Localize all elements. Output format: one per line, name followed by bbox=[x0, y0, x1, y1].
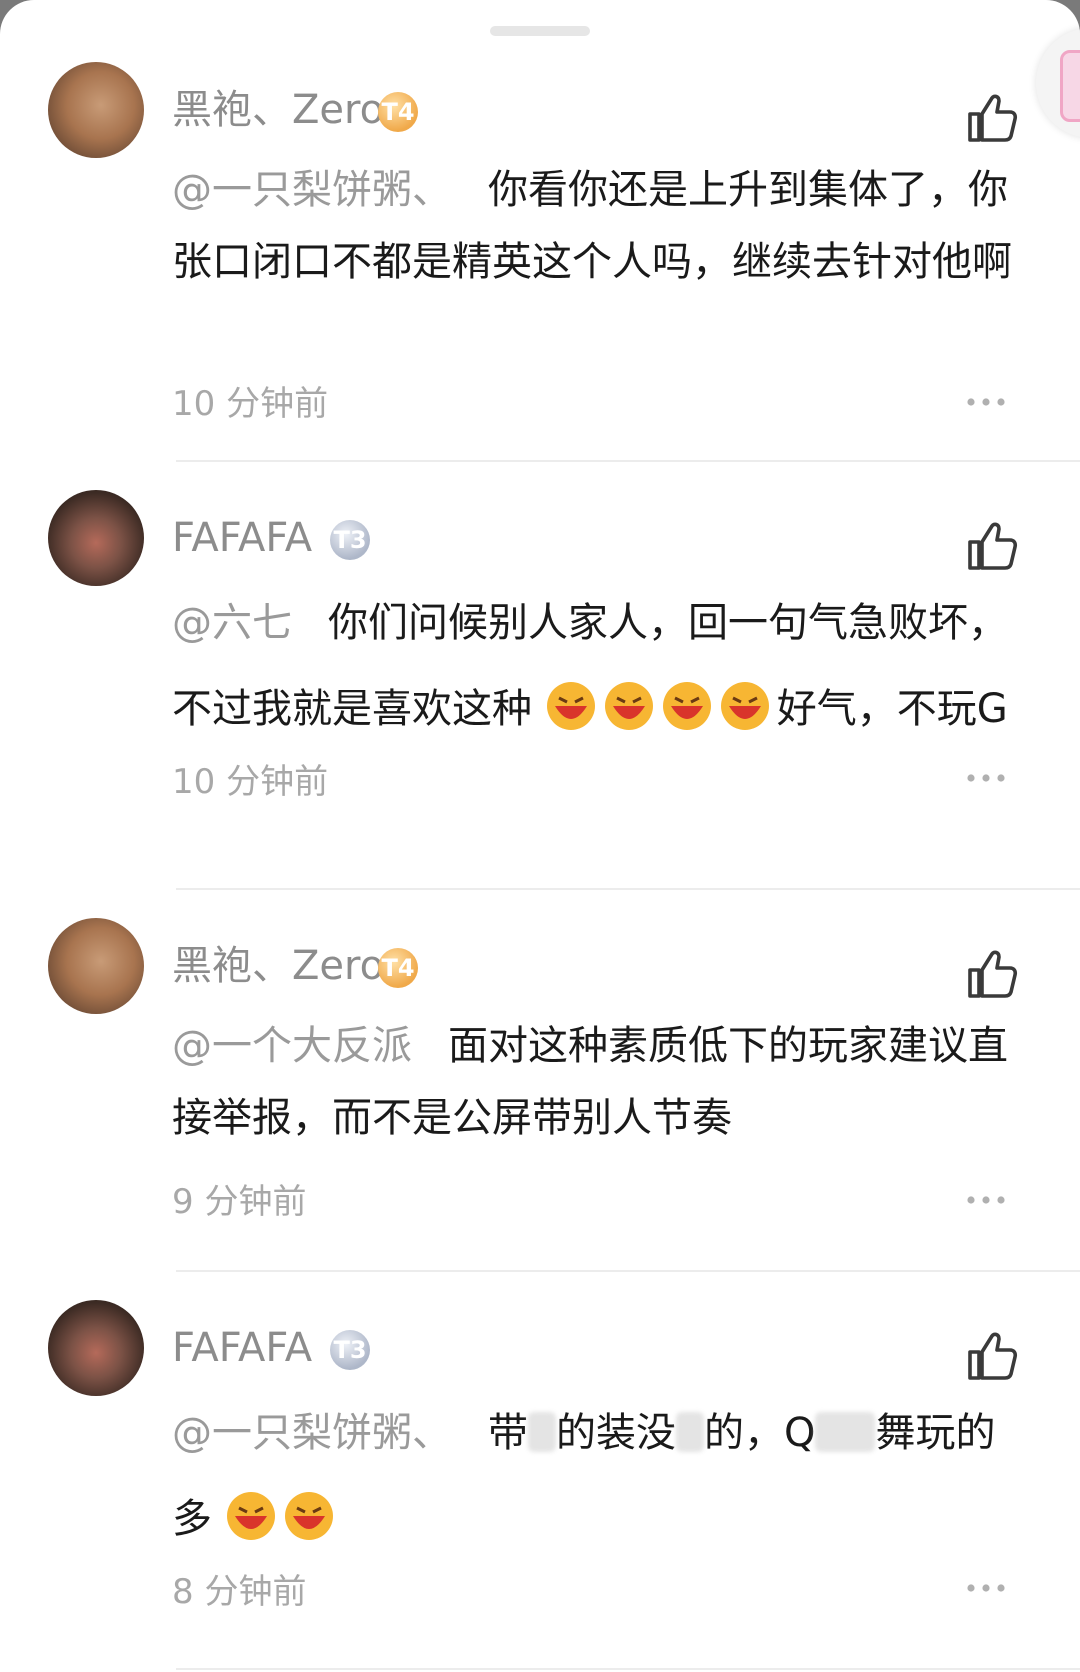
comment-text: @六七 你们问候别人家人，回一句气急败坏，不过我就是喜欢这种 好气，不玩G bbox=[172, 580, 1027, 752]
drag-handle[interactable] bbox=[490, 26, 590, 36]
mention-link[interactable]: @一只梨饼粥、 bbox=[172, 167, 452, 213]
grinning-face-emoji bbox=[284, 1492, 333, 1540]
emoji-group bbox=[532, 682, 777, 732]
poodle-avatar[interactable] bbox=[48, 918, 144, 1014]
comment-sheet: 黑袍、Zero T4 @一只梨饼粥、 你看你还是上升到集体了，你张口闭口不都是精英… bbox=[0, 0, 1080, 1672]
comment-text: @一只梨饼粥、带的装没 的，Q 舞玩的多 bbox=[172, 1390, 1027, 1562]
more-dots-icon[interactable] bbox=[966, 1582, 1006, 1594]
mention-link[interactable]: @六七 bbox=[172, 600, 292, 646]
grinning-face-emoji bbox=[546, 682, 595, 730]
level-badge: T4 bbox=[378, 948, 418, 988]
author-name[interactable]: 黑袍、Zero bbox=[172, 940, 384, 992]
grinning-face-emoji bbox=[226, 1492, 275, 1540]
grinning-face-emoji bbox=[720, 682, 769, 730]
more-dots-icon[interactable] bbox=[966, 1194, 1006, 1206]
comment-time: 8 分钟前 bbox=[172, 1572, 307, 1612]
thumbs-up-icon[interactable] bbox=[966, 92, 1020, 144]
poodle-avatar[interactable] bbox=[48, 62, 144, 158]
thumbs-up-icon[interactable] bbox=[966, 520, 1020, 572]
grinning-face-emoji bbox=[662, 682, 711, 730]
level-badge: T4 bbox=[378, 92, 418, 132]
mention-link[interactable]: @一只梨饼粥、 bbox=[172, 1410, 452, 1456]
comment-body: 带 bbox=[488, 1410, 528, 1456]
redacted-text bbox=[528, 1412, 556, 1452]
comment-time: 10 分钟前 bbox=[172, 384, 329, 424]
comment-body-tail: 好气，不玩G bbox=[776, 686, 1008, 732]
comment-body: 的装没 bbox=[556, 1410, 676, 1456]
divider bbox=[176, 460, 1080, 462]
redacted-text bbox=[676, 1412, 704, 1452]
more-dots-icon[interactable] bbox=[966, 772, 1006, 784]
author-name[interactable]: FAFAFA bbox=[172, 1322, 312, 1374]
thumbs-up-icon[interactable] bbox=[966, 1330, 1020, 1382]
floating-badge[interactable] bbox=[1036, 28, 1080, 138]
divider bbox=[176, 888, 1080, 890]
game-room-avatar[interactable] bbox=[48, 1300, 144, 1396]
divider bbox=[176, 1270, 1080, 1272]
grinning-face-emoji bbox=[604, 682, 653, 730]
level-badge: T3 bbox=[330, 1330, 370, 1370]
author-name[interactable]: 黑袍、Zero bbox=[172, 84, 384, 136]
comment-time: 9 分钟前 bbox=[172, 1182, 307, 1222]
author-name[interactable]: FAFAFA bbox=[172, 512, 312, 564]
mention-link[interactable]: @一个大反派 bbox=[172, 1023, 412, 1069]
level-badge: T3 bbox=[330, 520, 370, 560]
thumbs-up-icon[interactable] bbox=[966, 948, 1020, 1000]
game-room-avatar[interactable] bbox=[48, 490, 144, 586]
redacted-text bbox=[815, 1412, 876, 1452]
comment-time: 10 分钟前 bbox=[172, 762, 329, 802]
badge-icon bbox=[1060, 50, 1080, 122]
divider bbox=[176, 1668, 1080, 1670]
emoji-group bbox=[212, 1492, 341, 1542]
comment-text: @一只梨饼粥、 你看你还是上升到集体了，你张口闭口不都是精英这个人吗，继续去针对他… bbox=[172, 154, 1027, 298]
comment-body: 的，Q bbox=[704, 1410, 816, 1456]
more-dots-icon[interactable] bbox=[966, 396, 1006, 408]
comment-text: @一个大反派 面对这种素质低下的玩家建议直接举报，而不是公屏带别人节奏 bbox=[172, 1010, 1027, 1154]
